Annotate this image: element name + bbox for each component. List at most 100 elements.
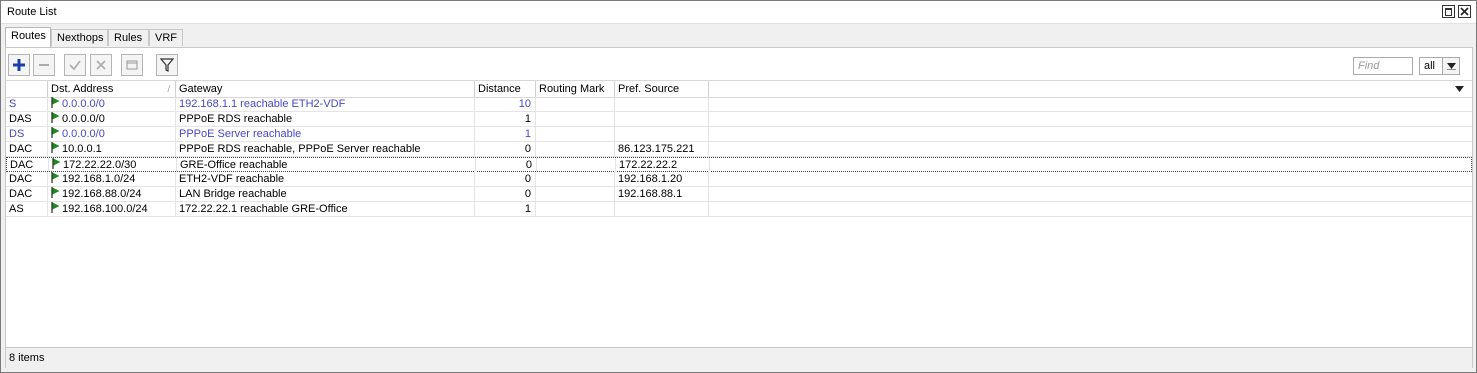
cell-flags: S: [6, 97, 48, 111]
cell-pref-source: [615, 127, 709, 141]
tab-label: Rules: [114, 32, 143, 44]
tab-nexthops[interactable]: Nexthops: [51, 29, 108, 46]
cell-pref-source: [615, 97, 709, 111]
cell-flags-text: DAC: [9, 143, 33, 155]
cell-gateway: PPPoE RDS reachable, PPPoE Server reacha…: [176, 142, 475, 156]
cell-routing-mark: [536, 97, 615, 111]
cell-dst-address-text: 192.168.1.0/24: [62, 173, 136, 185]
filter-icon: [160, 58, 174, 72]
cell-distance: 0: [475, 187, 536, 201]
cell-pref-source: 86.123.175.221: [615, 142, 709, 156]
maximize-icon[interactable]: [1442, 5, 1455, 18]
filter-select-value: all: [1424, 60, 1436, 72]
column-header-routing-mark[interactable]: Routing Mark: [536, 81, 615, 97]
table-row[interactable]: DS 0.0.0.0/0 PPPoE Server reachable 1: [6, 127, 1472, 142]
column-header-gateway[interactable]: Gateway: [176, 81, 475, 97]
cell-pref-source-text: 86.123.175.221: [618, 143, 695, 155]
disable-button[interactable]: [90, 54, 112, 76]
cell-distance: 0: [475, 172, 536, 186]
find-input[interactable]: [1353, 57, 1413, 75]
chevron-down-icon: [1447, 63, 1456, 70]
cell-routing-mark: [536, 187, 615, 201]
route-flag-icon: [51, 202, 60, 213]
title-bar[interactable]: Route List: [1, 1, 1476, 24]
route-flag-icon: [51, 112, 60, 123]
cell-flags-text: DAC: [10, 159, 34, 171]
cell-gateway: LAN Bridge reachable: [176, 187, 475, 201]
tab-rules[interactable]: Rules: [108, 29, 149, 46]
sort-indicator-icon: /: [167, 84, 170, 94]
cell-routing-mark: [536, 112, 615, 126]
cell-distance: 10: [475, 97, 536, 111]
cell-gateway: PPPoE Server reachable: [176, 127, 475, 141]
status-bar: 8 items: [6, 347, 1472, 368]
cell-flags: AS: [6, 202, 48, 216]
table-header: Dst. Address / Gateway Distance Routing M…: [6, 80, 1472, 98]
cell-gateway-text: 192.168.1.1 reachable ETH2-VDF: [179, 98, 346, 110]
cell-distance-text: 0: [524, 188, 531, 200]
column-header-flags[interactable]: [6, 81, 48, 97]
route-flag-icon: [51, 127, 60, 138]
cell-pref-source: 192.168.1.20: [615, 172, 709, 186]
cell-gateway-text: PPPoE RDS reachable, PPPoE Server reacha…: [179, 143, 421, 155]
table-row[interactable]: DAC 172.22.22.0/30 GRE-Office reachable 0 17…: [6, 157, 1472, 172]
cell-gateway: 192.168.1.1 reachable ETH2-VDF: [176, 97, 475, 111]
column-menu-icon[interactable]: [1455, 86, 1464, 92]
cell-gateway-text: PPPoE Server reachable: [179, 128, 302, 140]
cell-routing-mark: [536, 127, 615, 141]
comment-button[interactable]: [121, 54, 143, 76]
route-flag-icon: [52, 158, 61, 169]
cell-distance-text: 0: [524, 143, 531, 155]
route-flag-icon: [51, 187, 60, 198]
cell-flags-text: AS: [9, 203, 24, 215]
table-row[interactable]: DAC 10.0.0.1 PPPoE RDS reachable, PPPoE Se…: [6, 142, 1472, 157]
add-button[interactable]: [8, 54, 30, 76]
filter-dropdown-button[interactable]: [1442, 57, 1460, 75]
cell-dst-address-text: 192.168.88.0/24: [62, 188, 142, 200]
cell-dst-address: 192.168.88.0/24: [48, 187, 176, 201]
check-icon: [69, 60, 81, 71]
route-list-window: Route List Routes Nexthops Rules VRF Fin…: [0, 0, 1477, 373]
cell-pref-source-text: 192.168.88.1: [618, 188, 683, 200]
cell-gateway: GRE-Office reachable: [177, 158, 476, 172]
column-header-dst-address[interactable]: Dst. Address /: [48, 81, 176, 97]
cell-flags: DAC: [6, 187, 48, 201]
cell-flags-text: DAS: [9, 113, 32, 125]
cell-pref-source-text: 172.22.22.2: [619, 159, 678, 171]
remove-button[interactable]: [33, 54, 55, 76]
cell-pref-source: 172.22.22.2: [616, 158, 710, 172]
cell-flags-text: DAC: [9, 173, 33, 185]
cell-distance-text: 1: [524, 203, 531, 215]
filter-button[interactable]: [156, 54, 178, 76]
cell-pref-source: [615, 112, 709, 126]
table-row[interactable]: S 0.0.0.0/0 192.168.1.1 reachable ETH2-VDF…: [6, 97, 1472, 112]
close-icon[interactable]: [1458, 5, 1471, 18]
tab-label: Nexthops: [57, 32, 104, 44]
table-row[interactable]: AS 192.168.100.0/24 172.22.22.1 reachable …: [6, 202, 1472, 217]
table-row[interactable]: DAS 0.0.0.0/0 PPPoE RDS reachable 1: [6, 112, 1472, 127]
comment-icon: [126, 60, 138, 70]
column-header-pref-source[interactable]: Pref. Source: [615, 81, 709, 97]
cell-dst-address: 172.22.22.0/30: [49, 158, 177, 172]
column-header-label: Dst. Address: [51, 83, 114, 95]
cell-flags: DAC: [7, 158, 49, 172]
cell-dst-address: 0.0.0.0/0: [48, 127, 176, 141]
cell-flags-text: DAC: [9, 188, 33, 200]
cell-gateway-text: PPPoE RDS reachable: [179, 113, 293, 125]
cell-gateway: ETH2-VDF reachable: [176, 172, 475, 186]
table-row[interactable]: DAC 192.168.88.0/24 LAN Bridge reachable 0 1…: [6, 187, 1472, 202]
tab-vrf[interactable]: VRF: [149, 29, 183, 46]
table-row[interactable]: DAC 192.168.1.0/24 ETH2-VDF reachable 0 192.…: [6, 172, 1472, 187]
routes-table: Dst. Address / Gateway Distance Routing M…: [6, 80, 1472, 347]
window-title: Route List: [7, 6, 57, 18]
tab-routes[interactable]: Routes: [5, 27, 51, 47]
cell-gateway-text: LAN Bridge reachable: [179, 188, 287, 200]
enable-button[interactable]: [64, 54, 86, 76]
cell-flags: DAS: [6, 112, 48, 126]
add-icon: [13, 59, 25, 71]
route-flag-icon: [51, 172, 60, 183]
cell-dst-address: 0.0.0.0/0: [48, 97, 176, 111]
column-header-distance[interactable]: Distance: [475, 81, 536, 97]
cross-icon: [96, 60, 106, 70]
cell-dst-address: 192.168.100.0/24: [48, 202, 176, 216]
